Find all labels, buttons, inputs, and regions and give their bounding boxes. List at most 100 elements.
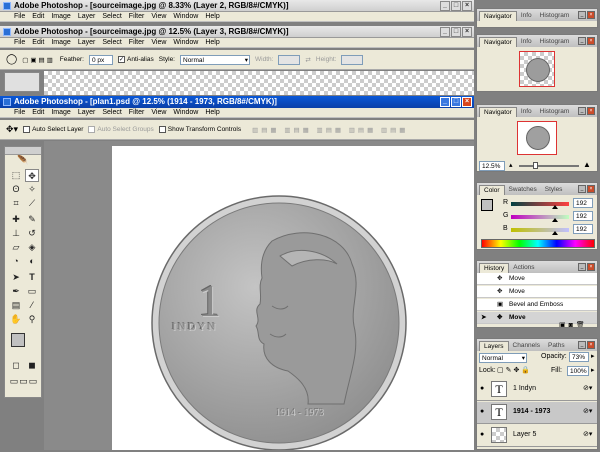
- path-select-icon[interactable]: ➤: [9, 271, 23, 284]
- menu-edit[interactable]: Edit: [32, 13, 44, 20]
- ellipse-marquee-icon[interactable]: ◯: [6, 54, 17, 65]
- slice-tool-icon[interactable]: ⟋: [25, 197, 39, 210]
- g-value-input[interactable]: 192: [573, 211, 593, 221]
- b-value-input[interactable]: 192: [573, 224, 593, 234]
- feather-logo-icon[interactable]: 🪶: [5, 155, 41, 167]
- tab-histogram[interactable]: Histogram: [536, 37, 574, 47]
- swap-icon[interactable]: ⇄: [305, 56, 310, 64]
- minimize-icon[interactable]: _: [578, 107, 586, 115]
- menu-file[interactable]: File: [14, 109, 25, 116]
- history-brush-icon[interactable]: ↺: [25, 227, 39, 240]
- window-1-titlebar[interactable]: Adobe Photoshop - [sourceimage.jpg @ 8.3…: [0, 0, 474, 12]
- tab-actions[interactable]: Actions: [509, 263, 538, 273]
- menu-window[interactable]: Window: [173, 39, 198, 46]
- notes-tool-icon[interactable]: ▤: [9, 299, 23, 312]
- eyedropper-icon[interactable]: ⁄: [25, 299, 39, 312]
- fill-arrow-icon[interactable]: ▸: [591, 366, 595, 374]
- menu-select[interactable]: Select: [102, 109, 121, 116]
- menu-file[interactable]: File: [14, 13, 25, 20]
- eraser-tool-icon[interactable]: ▱: [9, 241, 23, 254]
- layer-style-icon[interactable]: ⊘▾: [583, 407, 592, 415]
- history-footer-icons[interactable]: ▣◙🗑: [559, 321, 588, 327]
- navigator-2-thumbnail[interactable]: [519, 51, 555, 87]
- blend-mode-select[interactable]: Normal ▾: [479, 353, 527, 363]
- tab-paths[interactable]: Paths: [544, 341, 569, 351]
- layer-row-selected[interactable]: ● T 1914 - 1973 ⊘▾: [477, 402, 597, 424]
- menu-layer[interactable]: Layer: [78, 39, 96, 46]
- history-item[interactable]: ✥ Move: [477, 286, 597, 298]
- menu-help[interactable]: Help: [205, 109, 219, 116]
- selection-mode-icons[interactable]: ▢▣▤▥: [22, 56, 55, 64]
- menu-window[interactable]: Window: [173, 109, 198, 116]
- menu-edit[interactable]: Edit: [32, 39, 44, 46]
- align-icons[interactable]: ▥▤▦ ▥▤▦ ▥▤▦ ▥▤▦ ▥▤▦: [252, 126, 408, 134]
- brush-tool-icon[interactable]: ✎: [25, 213, 39, 226]
- tab-navigator[interactable]: Navigator: [479, 37, 517, 47]
- blur-tool-icon[interactable]: ◔: [9, 255, 23, 268]
- zoom-slider-thumb[interactable]: [533, 162, 538, 169]
- menu-filter[interactable]: Filter: [129, 109, 145, 116]
- marquee-tool-icon[interactable]: ⬚: [9, 169, 23, 182]
- width-input[interactable]: [278, 54, 301, 65]
- r-slider-thumb[interactable]: [551, 205, 558, 209]
- window-3-titlebar[interactable]: Adobe Photoshop - [plan1.psd @ 12.5% (19…: [0, 96, 474, 108]
- tab-info[interactable]: Info: [517, 37, 536, 47]
- menu-filter[interactable]: Filter: [129, 13, 145, 20]
- maximize-icon[interactable]: □: [451, 1, 461, 11]
- navigator-zoom-slider[interactable]: [519, 165, 579, 167]
- tab-histogram[interactable]: Histogram: [536, 11, 574, 21]
- color-spectrum-bar[interactable]: [481, 239, 595, 248]
- minimize-icon[interactable]: _: [578, 185, 586, 193]
- r-value-input[interactable]: 192: [573, 198, 593, 208]
- menu-help[interactable]: Help: [205, 39, 219, 46]
- g-slider[interactable]: [511, 215, 569, 222]
- menu-view[interactable]: View: [151, 13, 166, 20]
- eye-icon[interactable]: ●: [480, 431, 484, 438]
- bucket-tool-icon[interactable]: ◈: [25, 241, 39, 254]
- window-2-canvas[interactable]: [44, 71, 474, 95]
- menu-layer[interactable]: Layer: [78, 109, 96, 116]
- show-transform-checkbox[interactable]: Show Transform Controls: [158, 125, 241, 133]
- document-canvas[interactable]: 1 INDYN 1914 - 1973: [112, 146, 474, 451]
- pen-tool-icon[interactable]: ✒: [9, 285, 23, 298]
- quick-mask-icon[interactable]: ◻: [9, 359, 23, 372]
- menu-window[interactable]: Window: [173, 13, 198, 20]
- minimize-icon[interactable]: _: [578, 11, 586, 19]
- tab-color[interactable]: Color: [479, 185, 505, 195]
- b-slider[interactable]: [511, 228, 569, 235]
- menu-layer[interactable]: Layer: [78, 13, 96, 20]
- minimize-icon[interactable]: _: [440, 27, 450, 37]
- crop-tool-icon[interactable]: ⌗: [9, 197, 23, 210]
- lasso-tool-icon[interactable]: ʘ: [9, 183, 23, 196]
- stamp-tool-icon[interactable]: ⊥: [9, 227, 23, 240]
- hand-tool-icon[interactable]: ✋: [9, 313, 23, 326]
- move-tool-icon[interactable]: ✥▾: [6, 124, 18, 135]
- foreground-color-swatch[interactable]: [11, 333, 25, 347]
- menu-select[interactable]: Select: [102, 13, 121, 20]
- healing-brush-icon[interactable]: ✚: [9, 213, 23, 226]
- close-icon[interactable]: ×: [587, 263, 595, 271]
- move-tool-icon[interactable]: ✥: [25, 169, 39, 182]
- menu-edit[interactable]: Edit: [32, 109, 44, 116]
- screen-mode-icons[interactable]: ▭▭▭: [9, 375, 39, 388]
- tab-styles[interactable]: Styles: [541, 185, 567, 195]
- layer-row[interactable]: ● T 1 Indyn ⊘▾: [477, 379, 597, 401]
- magic-wand-icon[interactable]: ✧: [25, 183, 39, 196]
- tab-layers[interactable]: Layers: [479, 341, 509, 351]
- type-tool-icon[interactable]: T: [25, 271, 39, 284]
- menu-image[interactable]: Image: [51, 13, 70, 20]
- tab-swatches[interactable]: Swatches: [505, 185, 541, 195]
- style-select[interactable]: Normal ▾: [180, 54, 250, 65]
- layer-style-icon[interactable]: ⊘▾: [583, 384, 592, 392]
- close-icon[interactable]: ×: [462, 27, 472, 37]
- layer-row[interactable]: ● Layer 5 ⊘▾: [477, 425, 597, 447]
- zoom-tool-icon[interactable]: ⚲: [25, 313, 39, 326]
- minimize-icon[interactable]: _: [440, 1, 450, 11]
- close-icon[interactable]: ×: [587, 185, 595, 193]
- r-slider[interactable]: [511, 202, 569, 209]
- g-slider-thumb[interactable]: [551, 218, 558, 222]
- tab-navigator[interactable]: Navigator: [479, 11, 517, 21]
- auto-select-layer-checkbox[interactable]: Auto Select Layer: [23, 125, 83, 133]
- close-icon[interactable]: ×: [462, 1, 472, 11]
- tab-histogram[interactable]: Histogram: [536, 107, 574, 117]
